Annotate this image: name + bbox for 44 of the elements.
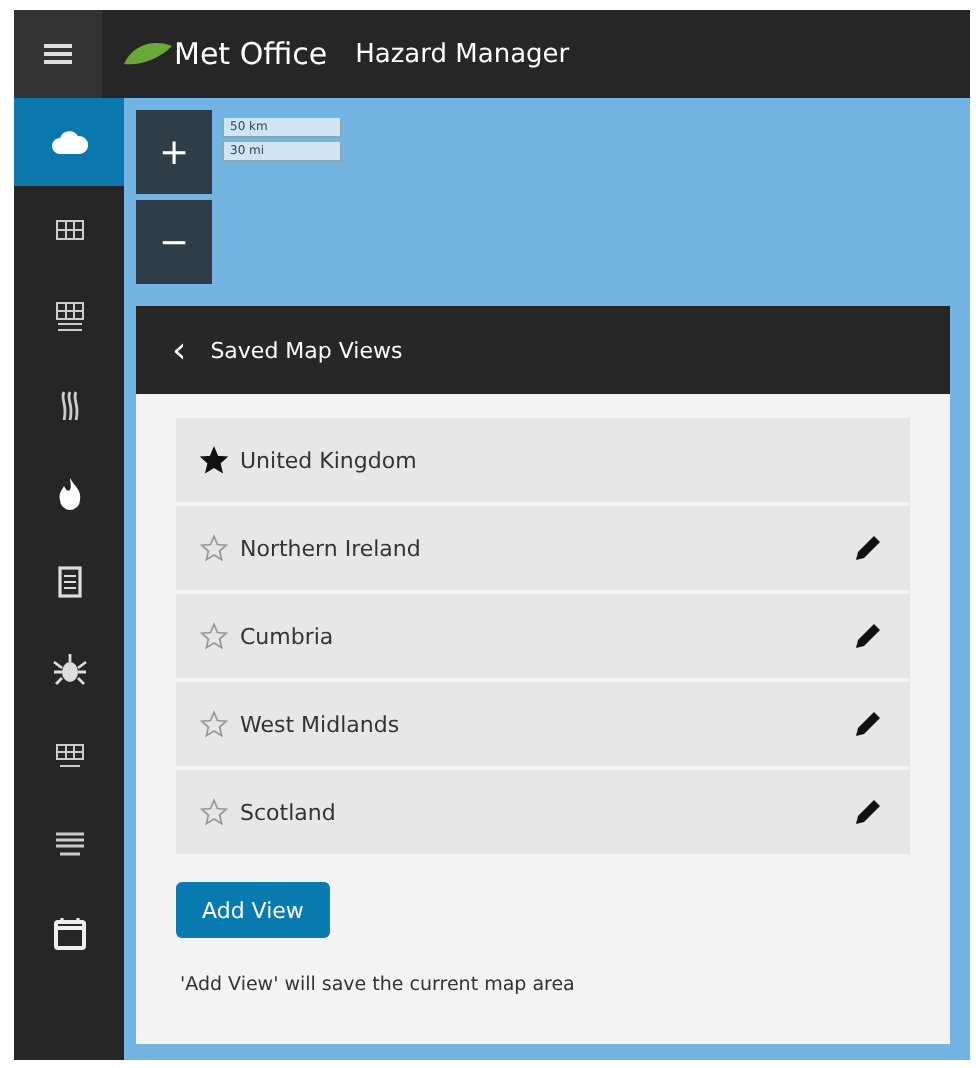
saved-view-item[interactable]: United Kingdom — [176, 418, 910, 502]
bug-icon — [51, 654, 87, 686]
leaf-logo-icon — [122, 40, 174, 68]
view-name: Cumbria — [240, 623, 336, 649]
grid-icon — [55, 744, 83, 772]
menu-icon — [44, 42, 72, 66]
saved-view-item[interactable]: Northern Ireland — [176, 506, 910, 590]
lines-icon — [55, 832, 83, 860]
zoom-button[interactable]: + — [136, 110, 212, 194]
panel-title: Saved Map Views — [210, 337, 403, 363]
calendar-icon — [53, 918, 85, 950]
pencil-icon — [854, 622, 882, 650]
grid-icon — [55, 220, 83, 240]
heat-waves-icon — [57, 390, 81, 422]
add-view-button[interactable]: Add View — [176, 882, 330, 938]
star-icon[interactable] — [200, 534, 228, 562]
edit-button[interactable] — [854, 710, 882, 738]
edit-button[interactable] — [854, 534, 882, 562]
logo-text: Met Office — [174, 36, 328, 72]
pencil-icon — [854, 534, 882, 562]
menu-button[interactable] — [14, 10, 102, 98]
star-icon[interactable] — [200, 710, 228, 738]
help-text: 'Add View' will save the current map area — [180, 974, 575, 996]
view-name: United Kingdom — [240, 447, 419, 473]
view-name: Northern Ireland — [240, 535, 423, 561]
document-icon — [57, 566, 81, 598]
back-button[interactable]: ‹ — [164, 329, 195, 371]
view-name: West Midlands — [240, 711, 402, 737]
star-icon[interactable] — [200, 622, 228, 650]
star-icon[interactable] — [200, 446, 228, 474]
saved-view-item[interactable]: Cumbria — [176, 594, 910, 678]
cloud-icon — [51, 130, 87, 154]
zoom-button[interactable]: − — [136, 200, 212, 284]
edit-button[interactable] — [854, 798, 882, 826]
saved-view-item[interactable]: Scotland — [176, 770, 910, 854]
app-title: Hazard Manager — [355, 39, 570, 69]
pencil-icon — [854, 798, 882, 826]
saved-view-item[interactable]: West Midlands — [176, 682, 910, 766]
grid-icon — [55, 302, 83, 334]
flame-icon — [57, 478, 81, 510]
pencil-icon — [854, 710, 882, 738]
view-name: Scotland — [240, 799, 338, 825]
star-icon[interactable] — [200, 798, 228, 826]
edit-button[interactable] — [854, 622, 882, 650]
